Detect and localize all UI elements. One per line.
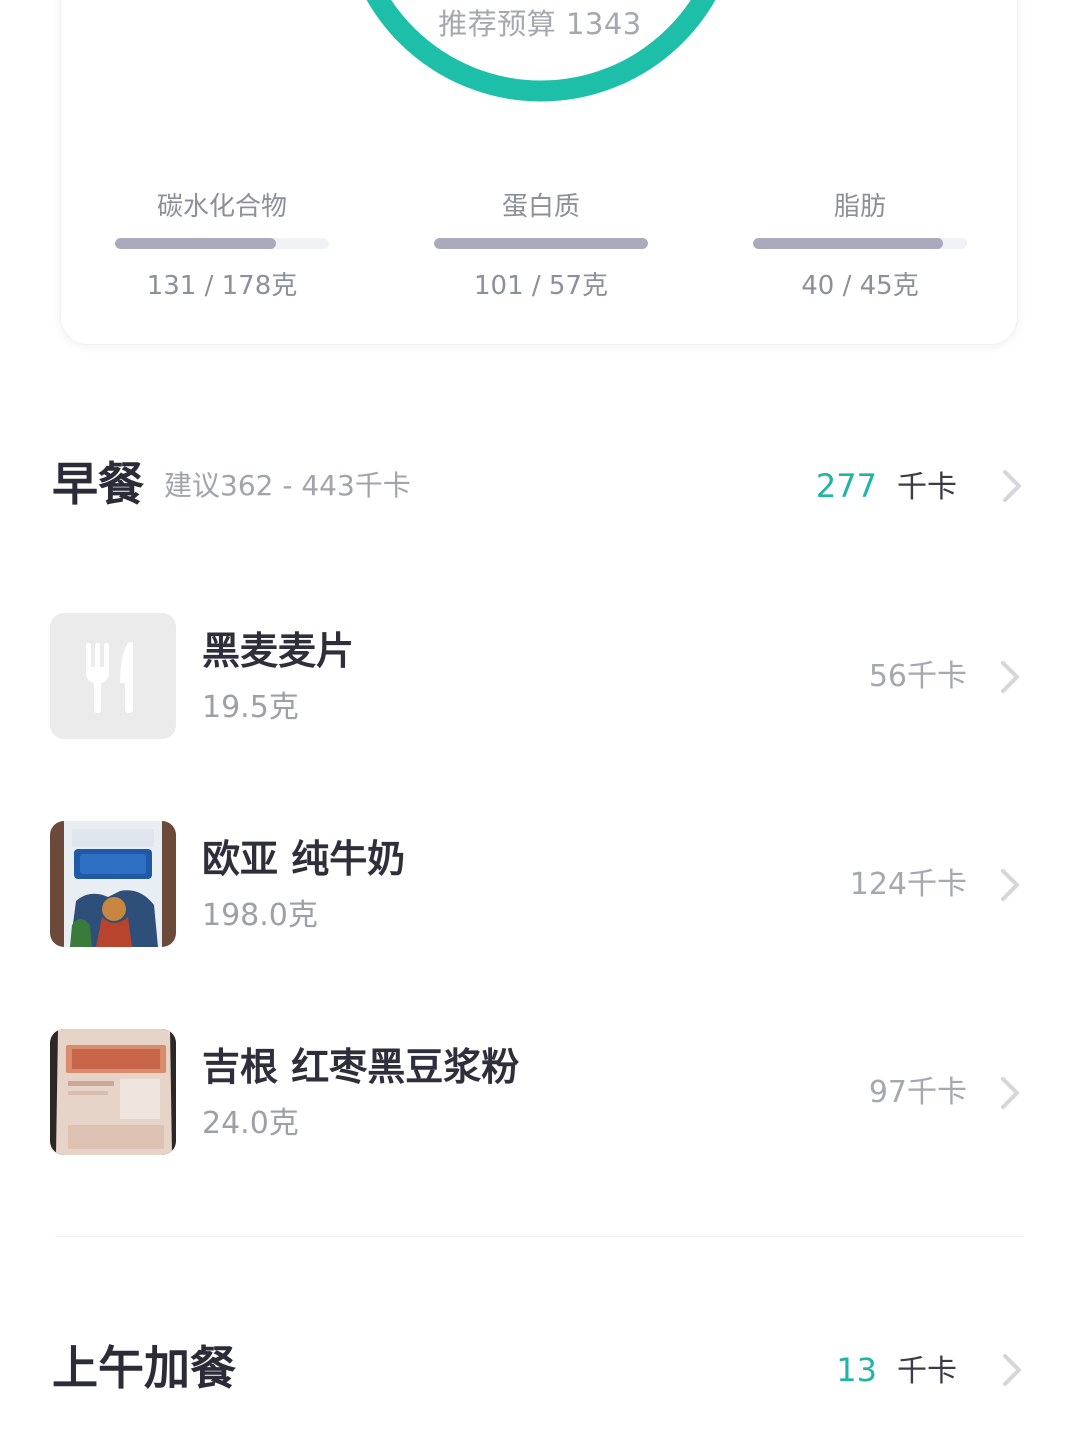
meal-calories-value: 13 (836, 1351, 877, 1389)
food-weight: 198.0克 (202, 898, 318, 933)
meal-suggestion: 建议362 - 443千卡 (164, 469, 411, 502)
food-item[interactable]: 黑麦麦片 19.5克 56千卡 (50, 613, 1025, 739)
milk-package-photo (50, 821, 176, 947)
meal-calories: 13 千卡 (836, 1346, 957, 1396)
food-item[interactable]: 欧亚 纯牛奶 198.0克 124千卡 (50, 821, 1025, 947)
macro-fat: 脂肪 40 / 45克 (753, 189, 967, 302)
macro-progress-bar (115, 238, 329, 249)
macro-progress-fill (753, 238, 944, 249)
food-name: 吉根 红枣黑豆浆粉 (202, 1045, 520, 1089)
chevron-right-icon (1001, 661, 1019, 693)
macro-protein: 蛋白质 101 / 57克 (434, 189, 648, 302)
food-weight: 24.0克 (202, 1106, 299, 1141)
food-weight: 19.5克 (202, 690, 299, 725)
macro-carbs: 碳水化合物 131 / 178克 (115, 189, 329, 302)
macro-value: 131 / 178克 (146, 271, 298, 301)
macro-label: 碳水化合物 (156, 192, 287, 222)
meal-calories-unit: 千卡 (897, 470, 957, 505)
macro-progress-fill (434, 238, 648, 249)
nutrition-summary-card[interactable]: 推荐预算 1343 碳水化合物 131 / 178克 蛋白质 101 / 57克… (60, 0, 1018, 345)
macro-progress-fill (115, 238, 276, 249)
meal-calories-value: 277 (815, 467, 877, 505)
utensils-icon (50, 613, 176, 739)
macro-progress-bar (434, 238, 648, 249)
food-name: 黑麦麦片 (202, 629, 355, 673)
macro-label: 蛋白质 (501, 192, 580, 222)
food-calories: 124千卡 (849, 867, 967, 902)
macro-value: 101 / 57克 (474, 271, 608, 301)
chevron-right-icon (1003, 470, 1021, 502)
chevron-right-icon (1001, 1077, 1019, 1109)
morning-snack-header[interactable]: 上午加餐 13 千卡 (52, 1338, 1027, 1408)
diet-log-screen: 推荐预算 1343 碳水化合物 131 / 178克 蛋白质 101 / 57克… (0, 0, 1080, 1439)
breakfast-header[interactable]: 早餐 建议362 - 443千卡 277 千卡 (52, 454, 1027, 524)
recommended-budget: 推荐预算 1343 (438, 7, 642, 41)
soy-powder-package-photo (50, 1029, 176, 1155)
food-item[interactable]: 吉根 红枣黑豆浆粉 24.0克 97千卡 (50, 1029, 1025, 1155)
meal-calories-unit: 千卡 (897, 1354, 957, 1389)
chevron-right-icon (1001, 869, 1019, 901)
meal-title: 早餐 (52, 457, 144, 511)
macro-value: 40 / 45克 (801, 271, 919, 301)
food-name: 欧亚 纯牛奶 (202, 837, 406, 881)
macro-progress-bar (753, 238, 967, 249)
food-calories: 56千卡 (868, 659, 967, 694)
meal-calories: 277 千卡 (816, 462, 957, 512)
macro-label: 脂肪 (833, 192, 886, 222)
meal-title: 上午加餐 (52, 1341, 236, 1395)
food-calories: 97千卡 (868, 1075, 967, 1110)
chevron-right-icon (1003, 1354, 1021, 1386)
section-divider (55, 1236, 1023, 1237)
